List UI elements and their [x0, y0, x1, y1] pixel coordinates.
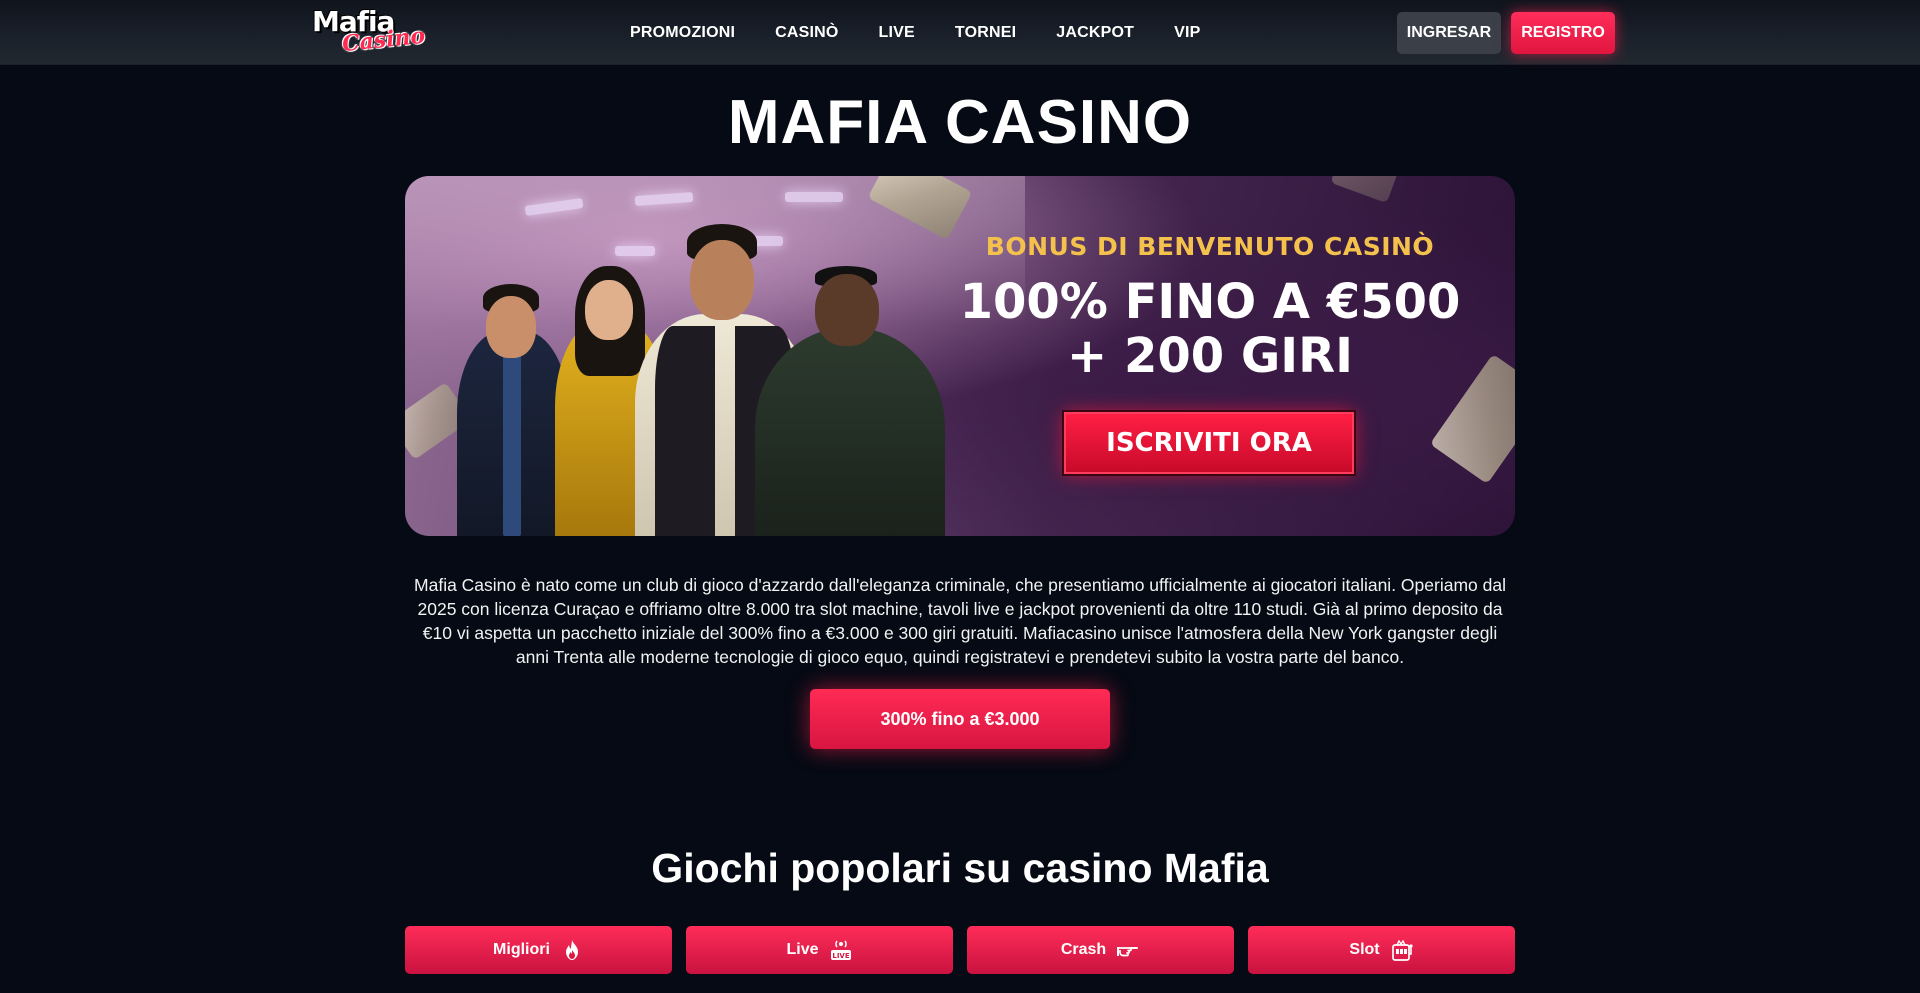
tab-crash[interactable]: Crash: [967, 926, 1234, 974]
register-button[interactable]: REGISTRO: [1511, 12, 1615, 54]
main-nav: PROMOZIONI CASINÒ LIVE TORNEI JACKPOT VI…: [630, 0, 1241, 65]
tab-live-label: Live: [786, 941, 819, 958]
nav-item-jackpot[interactable]: JACKPOT: [1056, 24, 1134, 42]
tab-best[interactable]: Migliori: [405, 926, 672, 974]
site-header: Mafia Casino PROMOZIONI CASINÒ LIVE TORN…: [0, 0, 1920, 65]
bonus-eyebrow: BONUS DI BENVENUTO CASINÒ: [985, 232, 1435, 261]
signup-now-button[interactable]: ISCRIVITI ORA: [1062, 410, 1356, 476]
page-title: MAFIA CASINO: [727, 88, 1193, 157]
tab-slot-label: Slot: [1349, 941, 1380, 958]
nav-item-live[interactable]: LIVE: [879, 24, 915, 42]
slot-machine-icon: [1390, 938, 1414, 962]
ceiling-light: [785, 192, 843, 202]
bonus-amount: 100% FINO A €500: [959, 274, 1461, 330]
live-broadcast-icon: LIVE: [829, 938, 853, 962]
welcome-bonus-banner[interactable]: BONUS DI BENVENUTO CASINÒ 100% FINO A €5…: [405, 176, 1515, 536]
tab-slot[interactable]: Slot: [1248, 926, 1515, 974]
bonus-cta-button[interactable]: 300% fino a €3.000: [810, 689, 1110, 749]
flame-icon: [560, 938, 584, 962]
pointing-hand-icon: [1116, 938, 1140, 962]
tab-crash-label: Crash: [1060, 941, 1107, 958]
nav-item-tornei[interactable]: TORNEI: [955, 24, 1016, 42]
mafia-casino-logo[interactable]: Mafia Casino: [312, 8, 426, 58]
nav-item-casino[interactable]: CASINÒ: [775, 24, 838, 42]
game-category-tabs: Migliori Live LIVE Crash Slot: [405, 926, 1515, 974]
tab-live[interactable]: Live LIVE: [686, 926, 953, 974]
money-bill-image: [1330, 176, 1400, 204]
bonus-spins: + 200 GIRI: [1067, 328, 1353, 384]
casino-description: Mafia Casino è nato come un club di gioc…: [414, 575, 1506, 667]
login-button[interactable]: INGRESAR: [1397, 12, 1501, 54]
svg-text:LIVE: LIVE: [832, 952, 849, 960]
nav-item-vip[interactable]: VIP: [1174, 24, 1200, 42]
tab-best-label: Migliori: [493, 941, 550, 958]
popular-games-title: Giochi popolari su casino Mafia: [651, 845, 1269, 891]
nav-item-promozioni[interactable]: PROMOZIONI: [630, 24, 735, 42]
